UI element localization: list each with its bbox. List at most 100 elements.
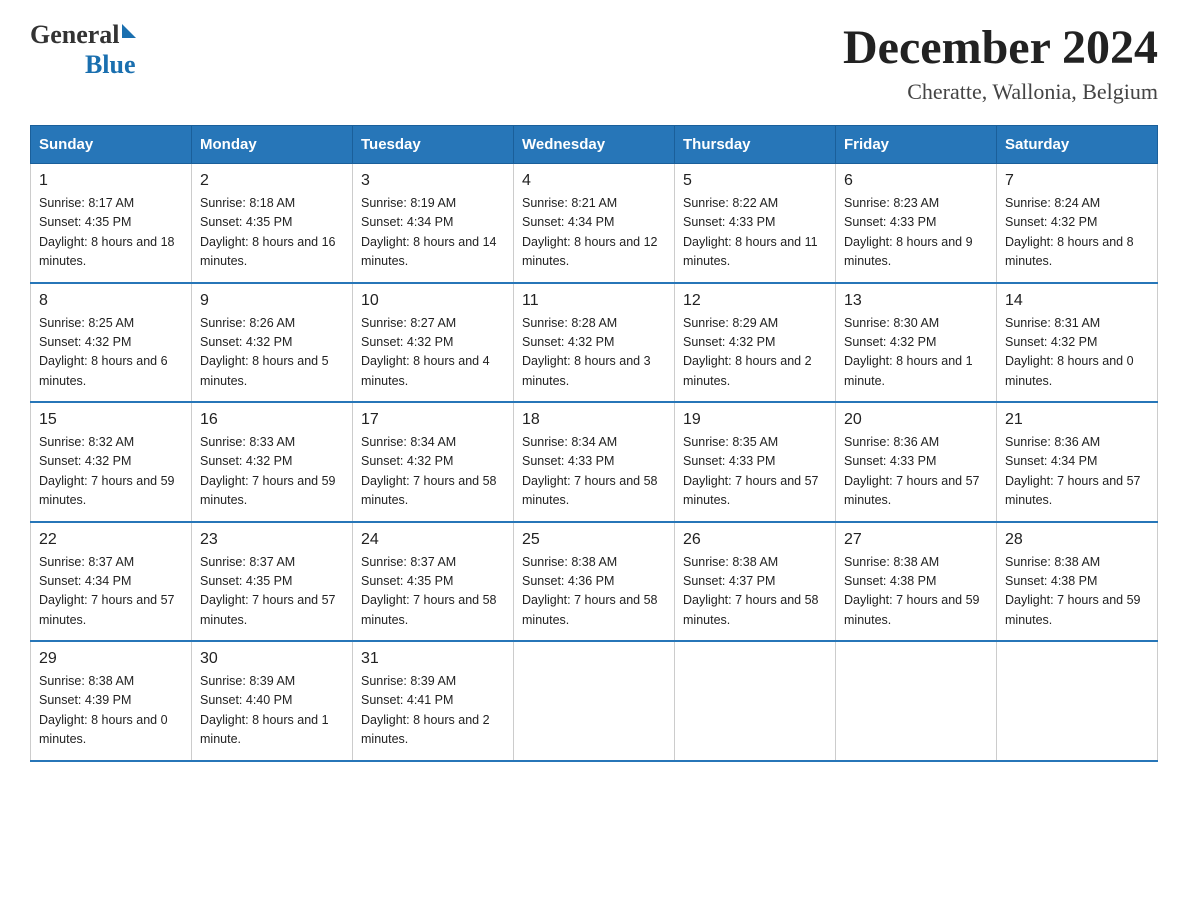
day-number: 5 [683,172,827,190]
day-number: 29 [39,650,183,668]
day-cell: 20 Sunrise: 8:36 AMSunset: 4:33 PMDayligh… [836,402,997,522]
day-cell [836,641,997,761]
day-number: 31 [361,650,505,668]
calendar-subtitle: Cheratte, Wallonia, Belgium [843,79,1158,105]
day-cell: 30 Sunrise: 8:39 AMSunset: 4:40 PMDayligh… [192,641,353,761]
day-cell: 24Sunrise: 8:37 AMSunset: 4:35 PMDayligh… [353,522,514,642]
day-info: Sunrise: 8:38 AMSunset: 4:38 PMDaylight:… [844,553,988,631]
header-cell-tuesday: Tuesday [353,126,514,164]
day-info: Sunrise: 8:36 AMSunset: 4:34 PMDaylight:… [1005,433,1149,511]
day-info: Sunrise: 8:26 AMSunset: 4:32 PMDaylight:… [200,314,344,392]
week-row-5: 29 Sunrise: 8:38 AMSunset: 4:39 PMDayligh… [31,641,1158,761]
day-info: Sunrise: 8:28 AMSunset: 4:32 PMDaylight:… [522,314,666,392]
day-cell: 21Sunrise: 8:36 AMSunset: 4:34 PMDayligh… [997,402,1158,522]
day-info: Sunrise: 8:34 AMSunset: 4:33 PMDaylight:… [522,433,666,511]
header: General Blue December 2024 Cheratte, Wal… [30,20,1158,105]
day-info: Sunrise: 8:38 AMSunset: 4:37 PMDaylight:… [683,553,827,631]
day-info: Sunrise: 8:25 AMSunset: 4:32 PMDaylight:… [39,314,183,392]
day-cell: 23 Sunrise: 8:37 AMSunset: 4:35 PMDayligh… [192,522,353,642]
header-cell-friday: Friday [836,126,997,164]
day-cell: 26 Sunrise: 8:38 AMSunset: 4:37 PMDayligh… [675,522,836,642]
day-cell: 4Sunrise: 8:21 AMSunset: 4:34 PMDaylight… [514,164,675,283]
day-number: 22 [39,531,183,549]
calendar-header: SundayMondayTuesdayWednesdayThursdayFrid… [31,126,1158,164]
calendar-table: SundayMondayTuesdayWednesdayThursdayFrid… [30,125,1158,762]
day-cell: 16Sunrise: 8:33 AMSunset: 4:32 PMDayligh… [192,402,353,522]
logo-triangle-icon [122,24,136,38]
day-number: 24 [361,531,505,549]
title-area: December 2024 Cheratte, Wallonia, Belgiu… [843,20,1158,105]
day-number: 27 [844,531,988,549]
day-number: 28 [1005,531,1149,549]
header-cell-monday: Monday [192,126,353,164]
header-cell-sunday: Sunday [31,126,192,164]
day-cell: 10 Sunrise: 8:27 AMSunset: 4:32 PMDayligh… [353,283,514,403]
day-cell [514,641,675,761]
day-number: 20 [844,411,988,429]
day-cell: 3Sunrise: 8:19 AMSunset: 4:34 PMDaylight… [353,164,514,283]
day-number: 8 [39,292,183,310]
day-cell: 2Sunrise: 8:18 AMSunset: 4:35 PMDaylight… [192,164,353,283]
day-cell: 7Sunrise: 8:24 AMSunset: 4:32 PMDaylight… [997,164,1158,283]
day-cell: 15Sunrise: 8:32 AMSunset: 4:32 PMDayligh… [31,402,192,522]
day-info: Sunrise: 8:19 AMSunset: 4:34 PMDaylight:… [361,194,505,272]
day-number: 10 [361,292,505,310]
day-info: Sunrise: 8:31 AMSunset: 4:32 PMDaylight:… [1005,314,1149,392]
week-row-3: 15Sunrise: 8:32 AMSunset: 4:32 PMDayligh… [31,402,1158,522]
day-cell: 31Sunrise: 8:39 AMSunset: 4:41 PMDayligh… [353,641,514,761]
day-info: Sunrise: 8:22 AMSunset: 4:33 PMDaylight:… [683,194,827,272]
day-info: Sunrise: 8:38 AMSunset: 4:38 PMDaylight:… [1005,553,1149,631]
day-cell: 19 Sunrise: 8:35 AMSunset: 4:33 PMDayligh… [675,402,836,522]
day-number: 25 [522,531,666,549]
day-number: 15 [39,411,183,429]
day-cell: 6Sunrise: 8:23 AMSunset: 4:33 PMDaylight… [836,164,997,283]
day-cell [675,641,836,761]
day-info: Sunrise: 8:39 AMSunset: 4:40 PMDaylight:… [200,672,344,750]
day-info: Sunrise: 8:37 AMSunset: 4:34 PMDaylight:… [39,553,183,631]
day-info: Sunrise: 8:30 AMSunset: 4:32 PMDaylight:… [844,314,988,392]
day-number: 17 [361,411,505,429]
logo: General Blue [30,20,136,80]
day-info: Sunrise: 8:23 AMSunset: 4:33 PMDaylight:… [844,194,988,272]
day-cell: 1 Sunrise: 8:17 AMSunset: 4:35 PMDaylight… [31,164,192,283]
calendar-body: 1 Sunrise: 8:17 AMSunset: 4:35 PMDaylight… [31,164,1158,761]
logo-blue-text: Blue [85,50,136,80]
week-row-2: 8 Sunrise: 8:25 AMSunset: 4:32 PMDaylight… [31,283,1158,403]
day-info: Sunrise: 8:38 AMSunset: 4:39 PMDaylight:… [39,672,183,750]
day-number: 14 [1005,292,1149,310]
day-number: 4 [522,172,666,190]
day-cell: 12Sunrise: 8:29 AMSunset: 4:32 PMDayligh… [675,283,836,403]
logo-general-text: General [30,20,120,50]
day-info: Sunrise: 8:18 AMSunset: 4:35 PMDaylight:… [200,194,344,272]
day-number: 7 [1005,172,1149,190]
day-info: Sunrise: 8:29 AMSunset: 4:32 PMDaylight:… [683,314,827,392]
day-info: Sunrise: 8:38 AMSunset: 4:36 PMDaylight:… [522,553,666,631]
day-number: 23 [200,531,344,549]
day-info: Sunrise: 8:27 AMSunset: 4:32 PMDaylight:… [361,314,505,392]
week-row-4: 22 Sunrise: 8:37 AMSunset: 4:34 PMDayligh… [31,522,1158,642]
day-number: 9 [200,292,344,310]
day-info: Sunrise: 8:17 AMSunset: 4:35 PMDaylight:… [39,194,183,272]
day-number: 13 [844,292,988,310]
header-cell-thursday: Thursday [675,126,836,164]
header-cell-saturday: Saturday [997,126,1158,164]
day-number: 26 [683,531,827,549]
day-cell: 5 Sunrise: 8:22 AMSunset: 4:33 PMDaylight… [675,164,836,283]
day-number: 19 [683,411,827,429]
calendar-title: December 2024 [843,20,1158,75]
day-info: Sunrise: 8:34 AMSunset: 4:32 PMDaylight:… [361,433,505,511]
day-cell: 22 Sunrise: 8:37 AMSunset: 4:34 PMDayligh… [31,522,192,642]
header-cell-wednesday: Wednesday [514,126,675,164]
day-cell: 14 Sunrise: 8:31 AMSunset: 4:32 PMDayligh… [997,283,1158,403]
day-info: Sunrise: 8:33 AMSunset: 4:32 PMDaylight:… [200,433,344,511]
day-cell: 13 Sunrise: 8:30 AMSunset: 4:32 PMDayligh… [836,283,997,403]
day-info: Sunrise: 8:36 AMSunset: 4:33 PMDaylight:… [844,433,988,511]
day-number: 1 [39,172,183,190]
day-info: Sunrise: 8:35 AMSunset: 4:33 PMDaylight:… [683,433,827,511]
day-number: 30 [200,650,344,668]
day-info: Sunrise: 8:37 AMSunset: 4:35 PMDaylight:… [200,553,344,631]
day-cell: 18 Sunrise: 8:34 AMSunset: 4:33 PMDayligh… [514,402,675,522]
day-number: 11 [522,292,666,310]
day-number: 18 [522,411,666,429]
day-cell [997,641,1158,761]
